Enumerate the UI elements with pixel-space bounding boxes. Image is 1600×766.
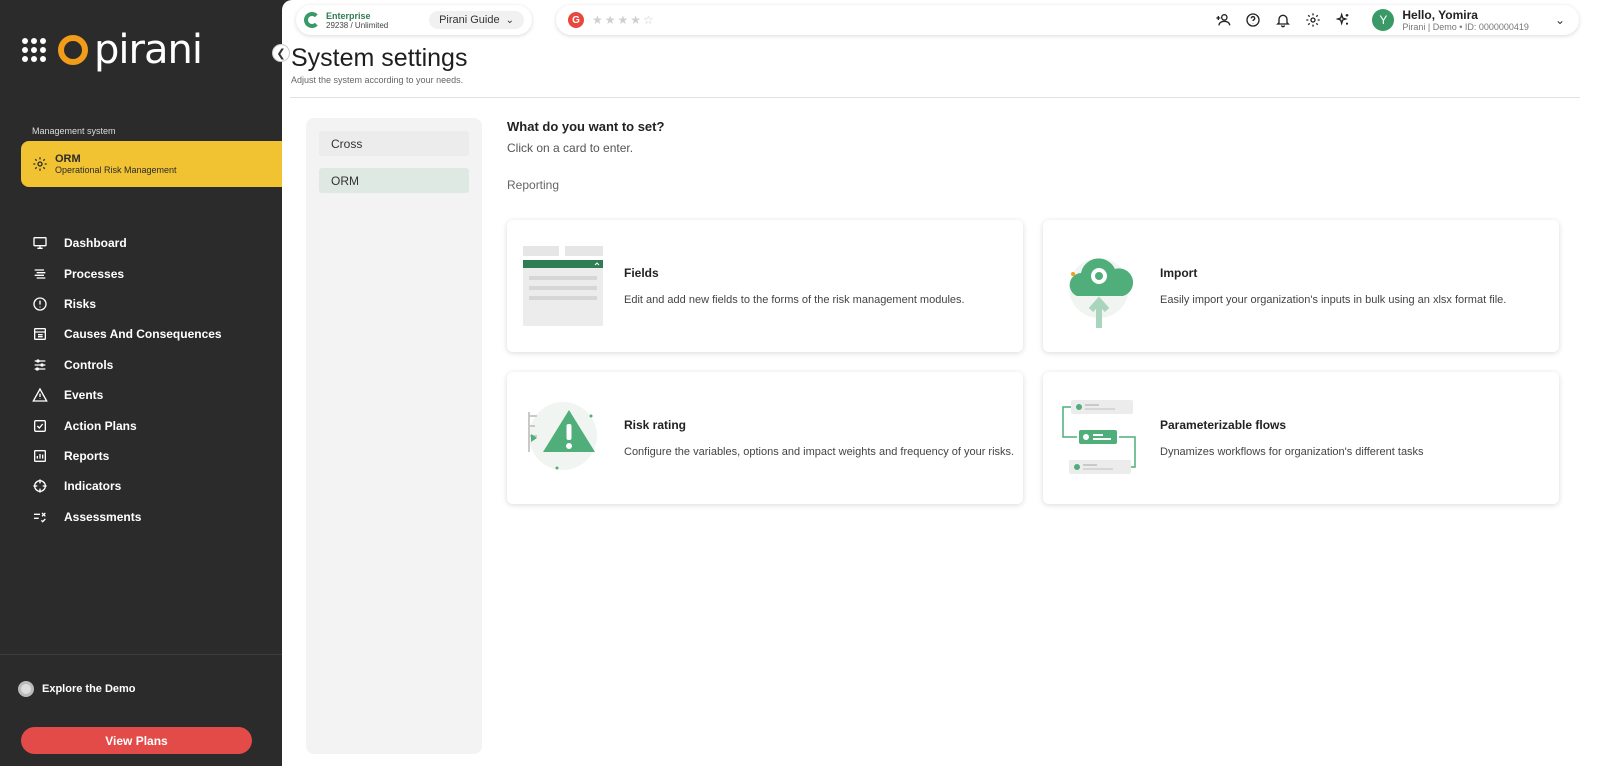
sidebar-item-dashboard[interactable]: Dashboard (32, 228, 272, 258)
card-parameterizable-flows[interactable]: Parameterizable flows Dynamizes workflow… (1043, 372, 1559, 504)
top-icons (1208, 11, 1358, 29)
card-import[interactable]: Import Easily import your organization's… (1043, 220, 1559, 352)
sidebar-item-label: Reports (64, 448, 110, 463)
checkbox-icon (34, 419, 46, 432)
orm-title: ORM (55, 153, 81, 165)
sidebar-item-label: Causes And Consequences (64, 327, 222, 342)
card-description: Configure the variables, options and imp… (624, 446, 1015, 458)
section-hint: Click on a card to enter. (507, 141, 634, 155)
user-org-info: Pirani | Demo • ID: 0000000419 (1402, 22, 1529, 32)
workflow-icon (1062, 400, 1136, 474)
sidebar-item-events[interactable]: Events (32, 380, 272, 410)
user-avatar[interactable]: Y (1372, 9, 1395, 31)
card-description: Dynamizes workflows for organization's d… (1160, 446, 1424, 458)
orm-module-selector[interactable]: ORM Operational Risk Management (21, 141, 291, 187)
rating-stars[interactable]: ★★★★☆ (592, 13, 656, 27)
bell-icon[interactable] (1274, 11, 1292, 29)
section-question: What do you want to set? (507, 119, 665, 134)
explore-icon (18, 681, 34, 697)
explore-demo-link[interactable]: Explore the Demo (18, 681, 136, 697)
view-plans-button[interactable]: View Plans (21, 727, 252, 754)
sidebar-item-causes-and-consequences[interactable]: Causes And Consequences (32, 319, 272, 349)
sidebar-item-controls[interactable]: Controls (32, 350, 272, 380)
sidebar: pirani Management system ORM Operational… (0, 0, 291, 766)
card-description: Edit and add new fields to the forms of … (624, 294, 965, 306)
title-divider (290, 97, 1580, 98)
warning-triangle-icon (32, 387, 48, 402)
orm-subtitle: Operational Risk Management (55, 165, 177, 175)
pirani-logo-icon (58, 35, 88, 65)
sidebar-item-label: Processes (64, 266, 125, 281)
gear-icon (33, 157, 47, 171)
main-content: Enterprise 29238 / Unlimited Pirani Guid… (282, 0, 1600, 766)
user-greeting: Hello, Yomira (1402, 8, 1478, 22)
sidebar-item-assessments[interactable]: Assessments (32, 502, 272, 532)
monitor-icon (33, 237, 47, 250)
risk-alert-icon (33, 297, 47, 311)
sidebar-item-label: Indicators (64, 479, 122, 494)
assessment-list-icon (34, 512, 46, 523)
sidebar-item-reports[interactable]: Reports (32, 441, 272, 471)
sidebar-item-risks[interactable]: Risks (32, 289, 272, 319)
sidebar-item-action-plans[interactable]: Action Plans (32, 410, 272, 440)
sidebar-item-indicators[interactable]: Indicators (32, 471, 272, 501)
collapse-sidebar-button[interactable]: ❮ (272, 44, 290, 62)
section-label-reporting: Reporting (507, 178, 560, 192)
chevron-left-icon: ❮ (276, 47, 286, 60)
settings-category-panel: Cross ORM (306, 118, 482, 754)
cloud-upload-icon (1069, 258, 1134, 328)
top-bar: G ★★★★☆ Y Hello, Yomira Pirani | Demo • … (556, 5, 1579, 35)
page-title: System settings (291, 44, 468, 72)
plan-logo-icon (304, 12, 320, 28)
pirani-guide-dropdown[interactable]: Pirani Guide ⌄ (429, 11, 524, 29)
card-title: Import (1160, 266, 1198, 280)
sliders-icon (34, 359, 46, 371)
card-title: Parameterizable flows (1160, 418, 1287, 432)
sidebar-item-processes[interactable]: Processes (32, 258, 272, 288)
card-title: Risk rating (624, 418, 687, 432)
sidebar-divider (0, 654, 282, 655)
sidebar-item-label: Risks (64, 296, 97, 311)
user-info[interactable]: Hello, Yomira Pirani | Demo • ID: 000000… (1402, 8, 1529, 32)
ai-sparkle-icon[interactable] (1334, 11, 1352, 29)
causes-icon (34, 328, 46, 341)
crosshair-icon (33, 479, 47, 493)
card-risk-rating[interactable]: Risk rating Configure the variables, opt… (507, 372, 1023, 504)
risk-warning-icon (528, 402, 597, 470)
guide-label: Pirani Guide (439, 14, 500, 26)
help-icon[interactable] (1244, 11, 1262, 29)
logo-text: pirani (94, 27, 203, 73)
card-title: Fields (624, 266, 659, 280)
sidebar-item-label: Dashboard (64, 236, 127, 251)
logo-row: pirani (22, 27, 203, 73)
fields-form-icon (523, 246, 603, 326)
add-user-icon[interactable] (1214, 11, 1232, 29)
bar-chart-icon (34, 449, 46, 462)
card-description: Easily import your organization's inputs… (1160, 294, 1507, 306)
management-system-label: Management system (32, 126, 116, 136)
plan-name: Enterprise (326, 10, 371, 21)
g2-logo-icon[interactable]: G (568, 12, 584, 28)
explore-label: Explore the Demo (42, 683, 136, 695)
sidebar-item-label: Action Plans (64, 418, 137, 433)
sidebar-item-label: Assessments (64, 509, 142, 524)
processes-icon (34, 268, 46, 279)
chevron-down-icon[interactable]: ⌄ (1555, 13, 1565, 27)
category-orm[interactable]: ORM (319, 168, 469, 193)
card-fields[interactable]: Fields Edit and add new fields to the fo… (507, 220, 1023, 352)
plan-pill: Enterprise 29238 / Unlimited Pirani Guid… (296, 5, 532, 35)
sidebar-nav: Dashboard Processes Risks Causes And Con… (32, 228, 272, 532)
page-subtitle: Adjust the system according to your need… (291, 75, 464, 85)
chevron-down-icon: ⌄ (505, 14, 514, 26)
sidebar-item-label: Controls (64, 357, 114, 372)
settings-icon[interactable] (1304, 11, 1322, 29)
apps-grid-icon[interactable] (22, 38, 46, 62)
sidebar-item-label: Events (64, 388, 104, 403)
plan-usage: 29238 / Unlimited (326, 20, 389, 30)
category-cross[interactable]: Cross (319, 131, 469, 156)
